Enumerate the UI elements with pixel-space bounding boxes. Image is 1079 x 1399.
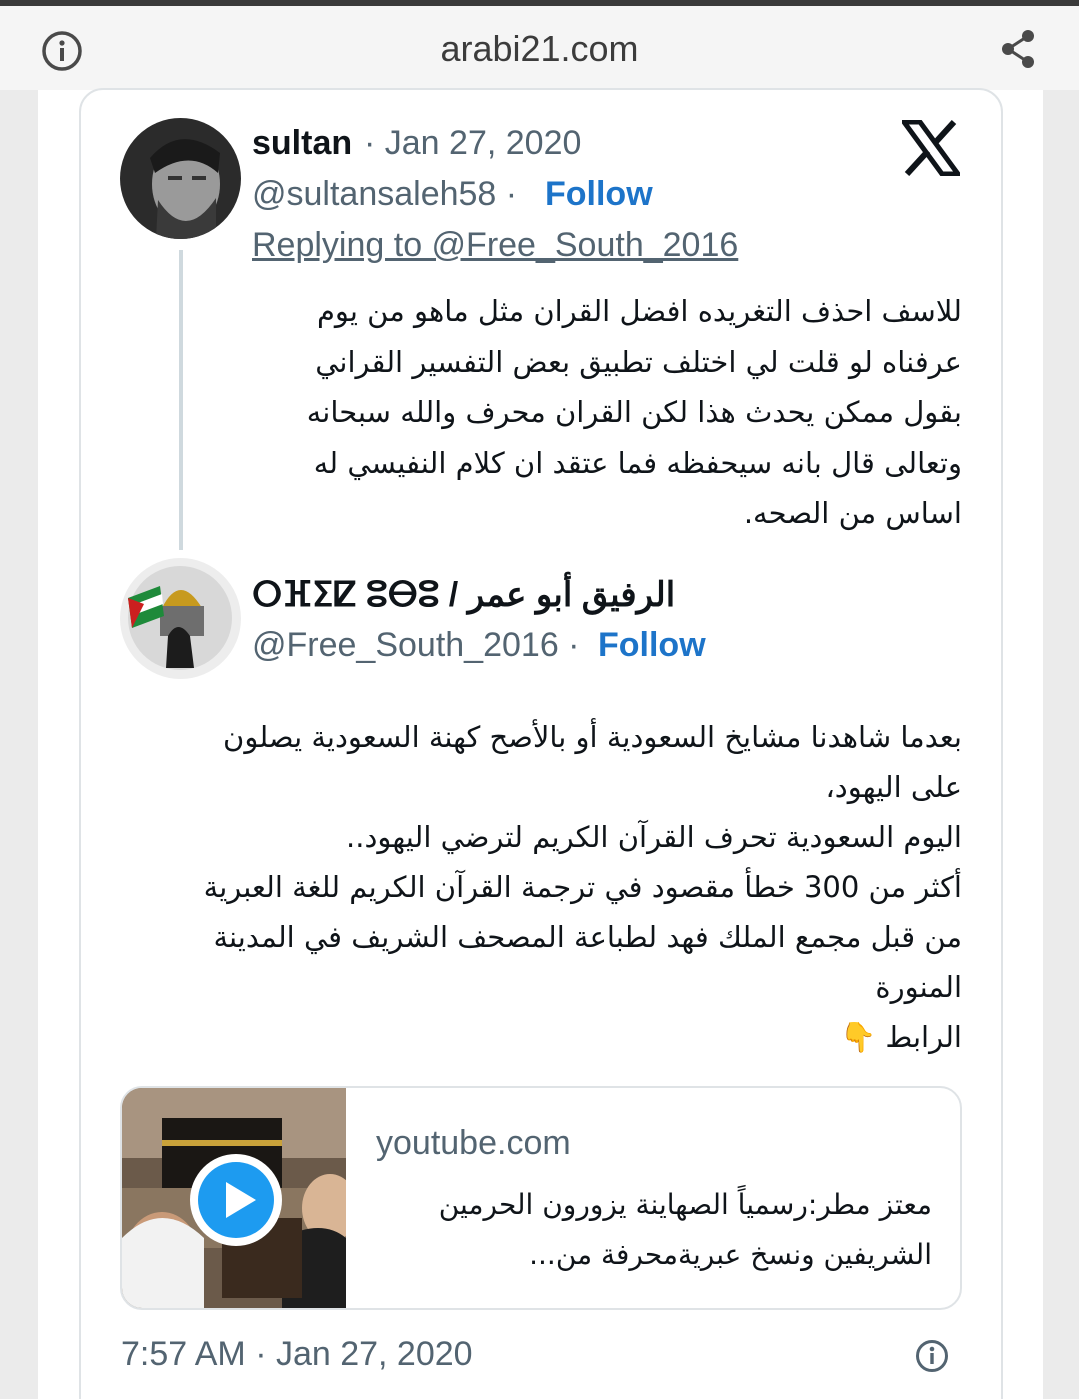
x-logo-icon[interactable]	[899, 119, 963, 177]
tweet-line: بعدما شاهدنا مشايخ السعودية أو بالأصح كه…	[223, 720, 962, 754]
original-tweet-text: بعدما شاهدنا مشايخ السعودية أو بالأصح كه…	[130, 712, 962, 1062]
tweet-line: المنورة	[875, 970, 962, 1004]
follow-button[interactable]: Follow	[545, 175, 653, 214]
replying-to-link[interactable]: Replying to @Free_South_2016	[252, 226, 738, 265]
play-icon[interactable]	[188, 1152, 284, 1248]
tweet-timestamp[interactable]: 7:57 AM · Jan 27, 2020	[121, 1335, 473, 1374]
video-thumbnail[interactable]	[122, 1088, 358, 1308]
reply-tweet-text: للاسف احذف التغريده افضل القران مثل ماهو…	[306, 294, 962, 530]
tweet-line: من قبل مجمع الملك فهد لطباعة المصحف الشر…	[213, 920, 962, 954]
author-name[interactable]: ⵔⴼⵉⵇ ⵓⴱⵓ / الرفيق أبو عمر	[252, 575, 675, 615]
avatar-free-south[interactable]	[120, 558, 241, 679]
link-domain: youtube.com	[376, 1124, 571, 1162]
author-handle[interactable]: @Free_South_2016 ·	[252, 626, 580, 665]
avatar-sultan[interactable]	[120, 118, 241, 239]
follow-button[interactable]: Follow	[598, 626, 706, 665]
browser-url-bar: arabi21.com	[0, 6, 1079, 90]
tweet-line: على اليهود،	[825, 770, 962, 804]
author-handle[interactable]: @sultansaleh58 ·	[252, 175, 517, 214]
thread-connector-line	[179, 250, 183, 550]
url-text[interactable]: arabi21.com	[0, 28, 1079, 70]
tweet-line: أكثر من 300 خطأ مقصود في ترجمة القرآن ال…	[203, 870, 962, 904]
share-icon[interactable]	[996, 27, 1040, 71]
tweet-line: اليوم السعودية تحرف القرآن الكريم لترضي …	[346, 820, 962, 854]
link-preview-card[interactable]: youtube.com معتز مطر:رسمياً الصهاينة يزو…	[120, 1086, 962, 1310]
author-name[interactable]: sultan	[252, 124, 352, 163]
info-circle-icon[interactable]	[914, 1338, 950, 1374]
tweet-line: الرابط 👇	[840, 1020, 962, 1054]
tweet-date[interactable]: · Jan 27, 2020	[364, 124, 581, 163]
link-title[interactable]: معتز مطر:رسمياً الصهاينة يزورون الحرمين …	[372, 1180, 932, 1280]
